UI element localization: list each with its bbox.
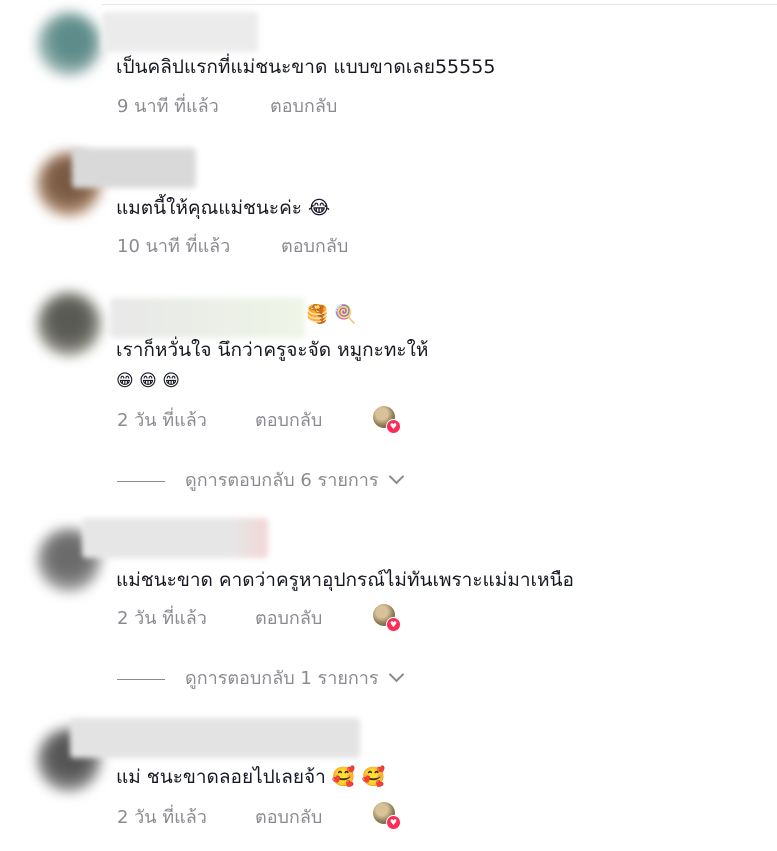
reply-button[interactable]: ตอบกลับ (255, 603, 322, 632)
creator-liked-icon: ♥ (373, 604, 401, 632)
comment-time: 10 นาที ที่แล้ว (117, 236, 231, 257)
reply-button[interactable]: ตอบกลับ (281, 231, 348, 260)
avatar[interactable] (37, 12, 101, 76)
comment-text: แม่ ชนะขาดลอยไปเลยจ้า 🥰 🥰 (116, 766, 386, 788)
username-redacted[interactable] (70, 718, 360, 758)
view-replies-button[interactable]: ดูการตอบกลับ 6 รายการ (117, 465, 404, 494)
chevron-down-icon (388, 666, 404, 683)
comment-time: 2 วัน ที่แล้ว (117, 807, 207, 828)
comment-time: 9 นาที ที่แล้ว (117, 96, 219, 117)
divider-line (117, 678, 165, 680)
comment-text: แมตนี้ให้คุณแม่ชนะค่ะ 😂 (116, 197, 331, 219)
reply-button[interactable]: ตอบกลับ (255, 405, 322, 434)
view-replies-label: ดูการตอบกลับ 6 รายการ (185, 470, 379, 491)
comment-text: เราก็หวั่นใจ นึกว่าครูจะจัด หมูกะทะให้ (116, 339, 429, 361)
comment-meta: 9 นาที ที่แล้ว ตอบกลับ (117, 91, 337, 120)
comment-text: แม่ชนะขาด คาดว่าครูหาอุปกรณ์ไม่ทันเพราะแ… (116, 569, 574, 591)
comment-meta: 10 นาที ที่แล้ว ตอบกลับ (117, 231, 348, 260)
reply-button[interactable]: ตอบกลับ (270, 91, 337, 120)
reply-button[interactable]: ตอบกลับ (255, 802, 322, 831)
comment-meta: 2 วัน ที่แล้ว ตอบกลับ (117, 603, 322, 632)
chevron-down-icon (388, 468, 404, 485)
username-redacted[interactable] (82, 518, 268, 558)
comment-time: 2 วัน ที่แล้ว (117, 410, 207, 431)
creator-liked-icon: ♥ (373, 802, 401, 830)
avatar[interactable] (37, 292, 101, 356)
heart-icon: ♥ (386, 815, 401, 830)
username-emojis: 🥞 🍭 (306, 304, 357, 325)
comment-text: เป็นคลิปแรกที่แม่ชนะขาด แบบขาดเลย55555 (116, 56, 496, 78)
creator-liked-icon: ♥ (373, 406, 401, 434)
comment-text-emojis: 😁 😁 😁 (116, 371, 180, 391)
username-redacted[interactable] (72, 148, 196, 188)
view-replies-button[interactable]: ดูการตอบกลับ 1 รายการ (117, 663, 404, 692)
comment-meta: 2 วัน ที่แล้ว ตอบกลับ (117, 802, 322, 831)
heart-icon: ♥ (386, 617, 401, 632)
top-divider (102, 4, 777, 5)
view-replies-label: ดูการตอบกลับ 1 รายการ (185, 668, 379, 689)
username-redacted[interactable] (102, 12, 258, 52)
divider-line (117, 480, 165, 482)
username-redacted[interactable] (110, 298, 305, 338)
comment-meta: 2 วัน ที่แล้ว ตอบกลับ (117, 405, 322, 434)
comment-time: 2 วัน ที่แล้ว (117, 608, 207, 629)
heart-icon: ♥ (386, 419, 401, 434)
